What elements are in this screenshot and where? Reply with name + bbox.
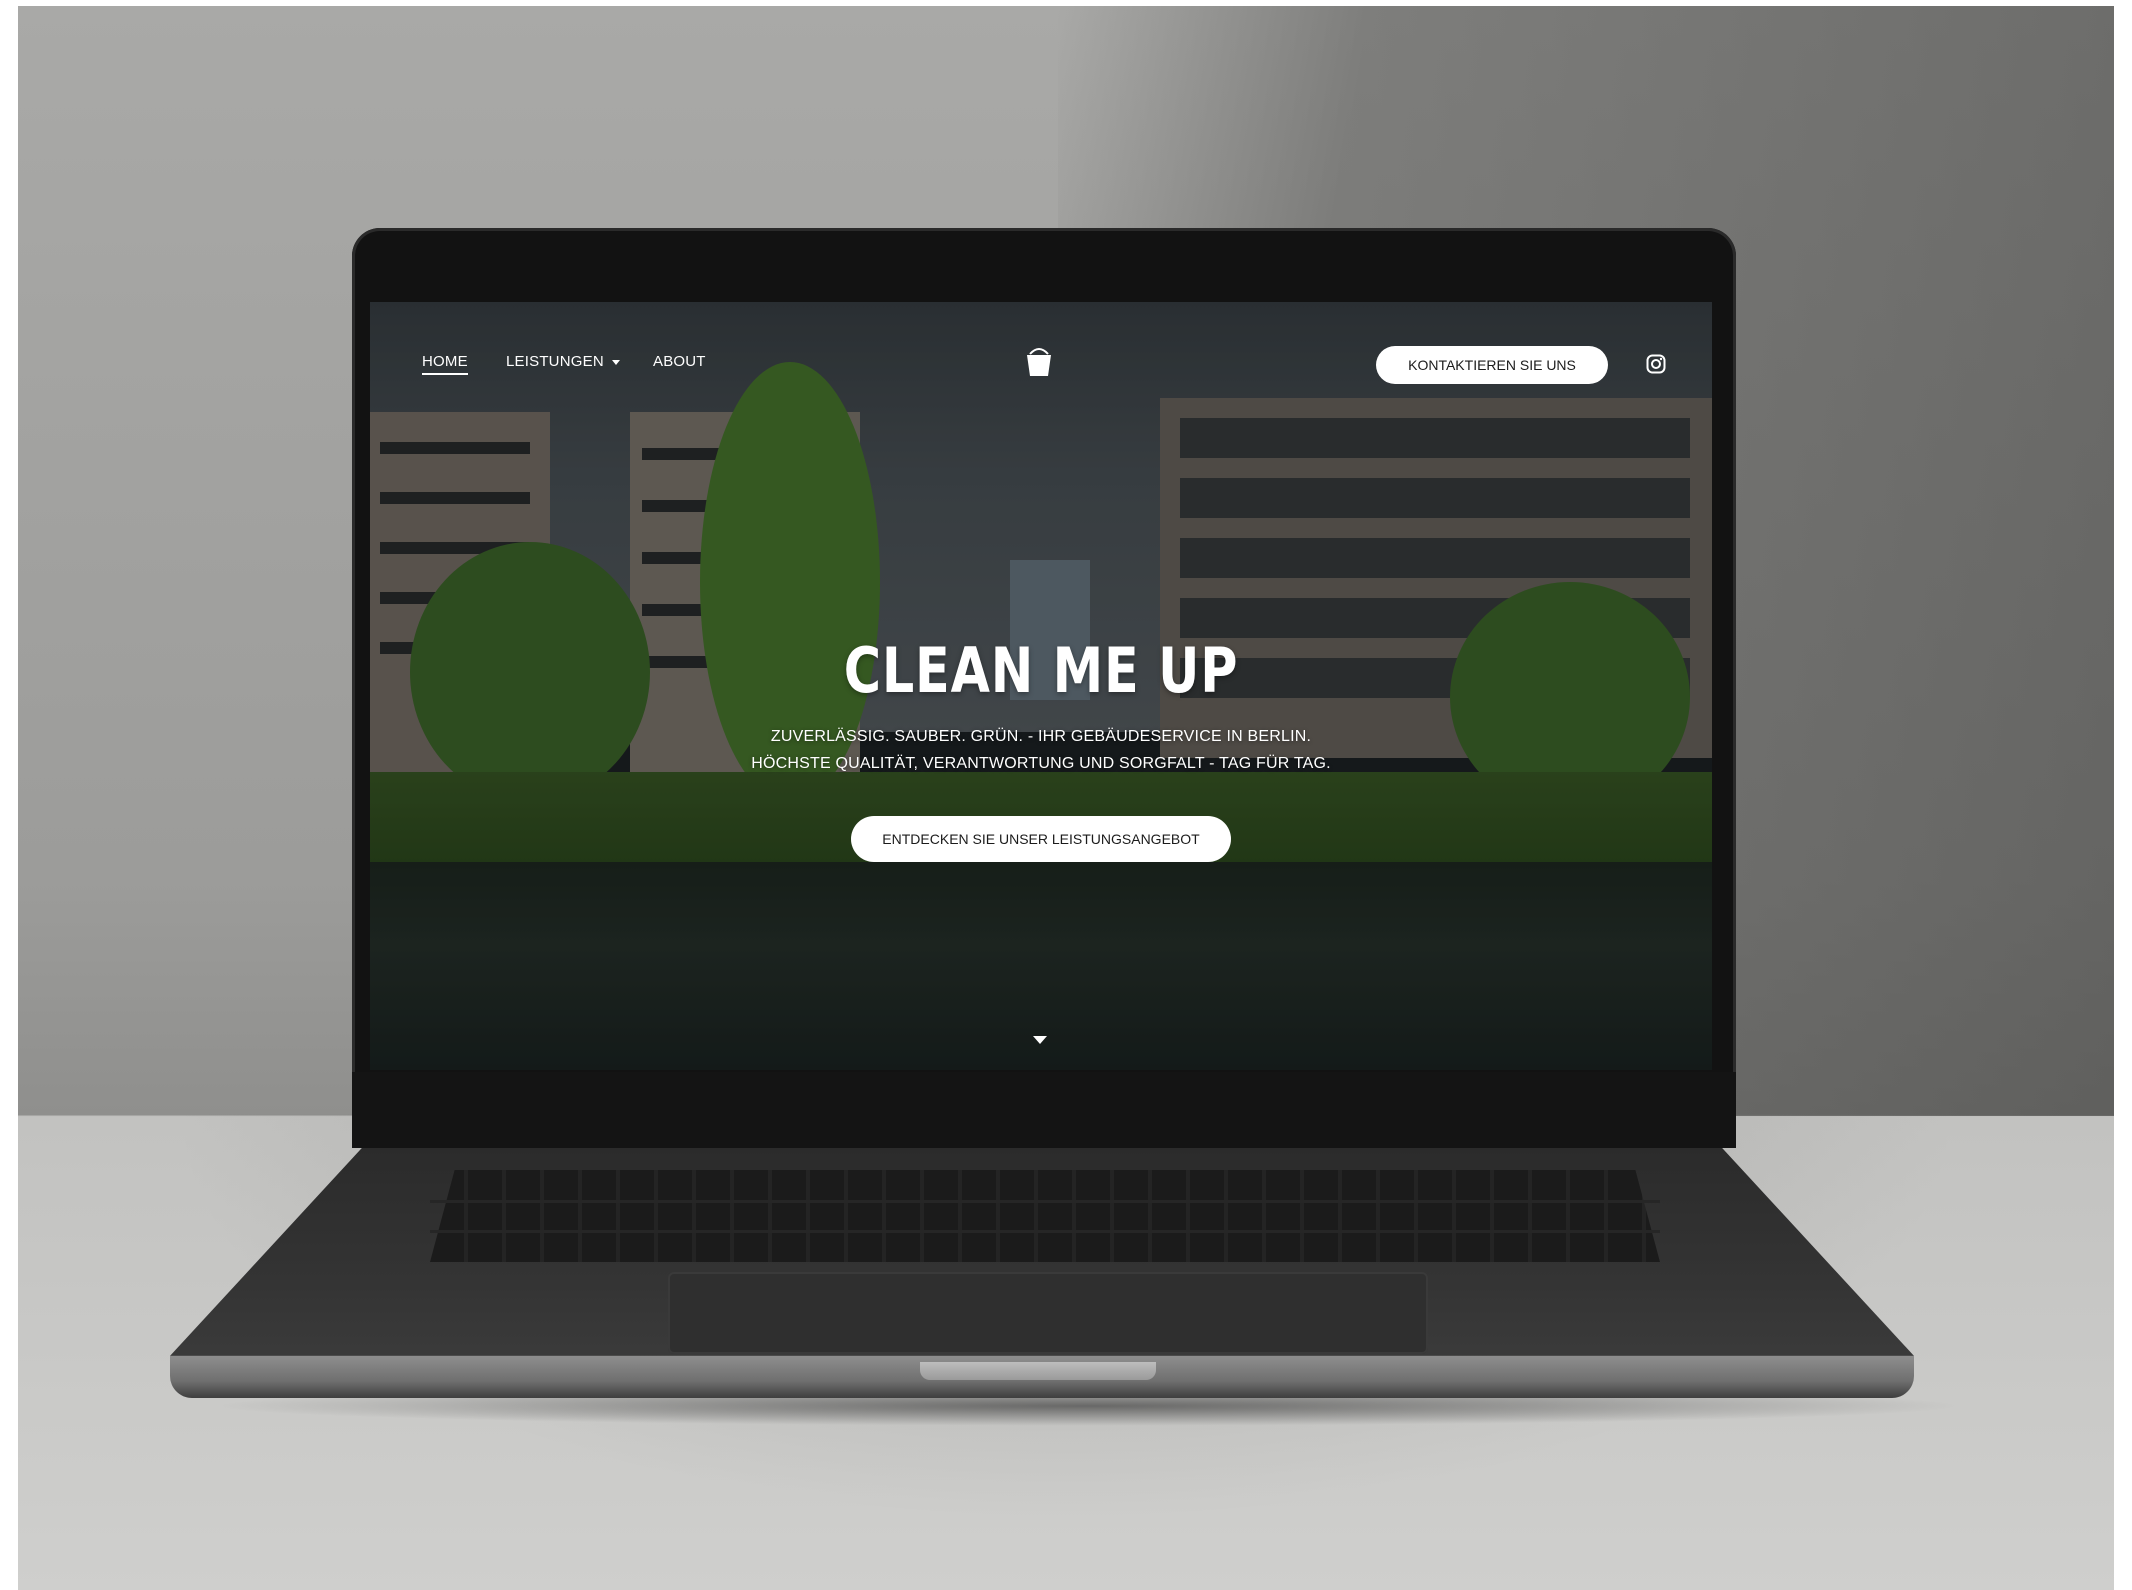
contact-button[interactable]: KONTAKTIEREN SIE UNS [1376,346,1608,384]
keyboard [430,1170,1660,1262]
nav-leistungen-label: LEISTUNGEN [506,353,604,370]
laptop-notch [920,1362,1156,1380]
chevron-down-icon[interactable] [1033,1036,1047,1044]
hero-title: CLEAN ME UP [843,634,1239,707]
explore-services-button[interactable]: ENTDECKEN SIE UNSER LEISTUNGSANGEBOT [851,816,1231,862]
bucket-icon[interactable] [1024,342,1054,378]
laptop-screen: HOME LEISTUNGEN ABOUT KONTAKTIEREN SIE U… [370,302,1712,1070]
trackpad [668,1272,1428,1354]
nav-home[interactable]: HOME [422,353,468,375]
hero-subtitle-line1: ZUVERLÄSSIG. SAUBER. GRÜN. - IHR GEBÄUDE… [770,728,1312,745]
keyboard-row [430,1230,1660,1233]
site-navbar: HOME LEISTUNGEN ABOUT KONTAKTIEREN SIE U… [370,302,1712,412]
nav-about[interactable]: ABOUT [653,353,706,370]
instagram-icon[interactable] [1646,354,1666,374]
hero-subtitle-line2: HÖCHSTE QUALITÄT, VERANTWORTUNG UND SORG… [751,755,1331,772]
caret-down-icon [611,359,620,365]
nav-leistungen[interactable]: LEISTUNGEN [506,353,620,370]
keyboard-row [430,1200,1660,1203]
laptop-bezel [352,1072,1736,1148]
